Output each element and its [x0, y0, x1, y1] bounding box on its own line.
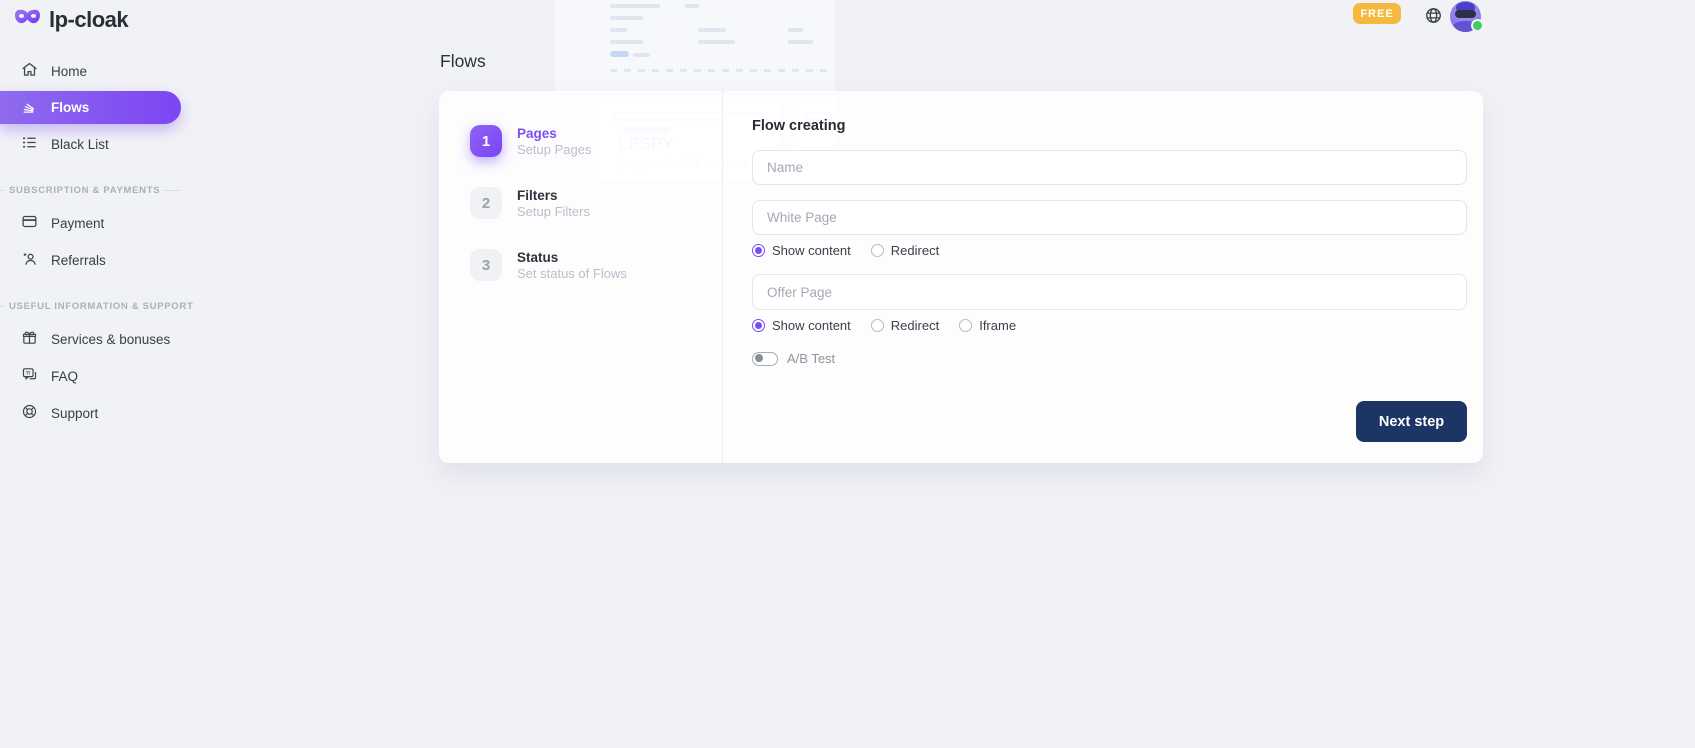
- sidebar-item-support[interactable]: Support: [0, 396, 181, 430]
- radio-icon: [959, 319, 972, 332]
- wizard-steps: 1 Pages Setup Pages 2 Filters Setup Filt…: [470, 125, 700, 311]
- ghost-line: [610, 4, 660, 8]
- flow-form: Flow creating Show content Redirect Show…: [752, 91, 1467, 442]
- section-label: USEFUL INFORMATION & SUPPORT: [9, 301, 193, 312]
- home-icon: [21, 61, 38, 81]
- sidebar-item-flows[interactable]: Flows: [0, 91, 181, 124]
- svg-text:?!: ?!: [26, 371, 31, 377]
- step-title: Filters: [517, 188, 590, 204]
- ghost-dashed-row: [610, 69, 832, 72]
- sidebar: lp-cloak Home Flows Black List: [0, 0, 181, 433]
- white-page-input[interactable]: [752, 200, 1467, 235]
- step-status[interactable]: 3 Status Set status of Flows: [470, 249, 700, 281]
- plan-badge[interactable]: FREE: [1353, 3, 1401, 24]
- online-status-dot: [1471, 19, 1484, 32]
- ghost-line: [685, 4, 699, 8]
- offer-show-content-radio[interactable]: Show content: [752, 318, 851, 333]
- sidebar-item-label: Home: [51, 64, 87, 79]
- sidebar-item-label: FAQ: [51, 369, 78, 384]
- brand-name: lp-cloak: [49, 7, 128, 33]
- step-number: 3: [470, 249, 502, 281]
- sidebar-section-subscription: SUBSCRIPTION & PAYMENTS: [0, 185, 181, 196]
- sidebar-item-faq[interactable]: ?! FAQ: [0, 359, 181, 393]
- avatar-mask: [1455, 10, 1476, 18]
- section-label: SUBSCRIPTION & PAYMENTS: [9, 185, 160, 196]
- step-subtitle: Setup Filters: [517, 204, 590, 219]
- offer-redirect-radio[interactable]: Redirect: [871, 318, 939, 333]
- offer-iframe-radio[interactable]: Iframe: [959, 318, 1016, 333]
- sidebar-item-home[interactable]: Home: [0, 54, 181, 88]
- white-show-content-radio[interactable]: Show content: [752, 243, 851, 258]
- brand-logo[interactable]: lp-cloak: [0, 0, 181, 34]
- name-input[interactable]: [752, 150, 1467, 185]
- lifebuoy-icon: [21, 403, 38, 423]
- language-globe-icon[interactable]: [1424, 6, 1443, 25]
- step-filters[interactable]: 2 Filters Setup Filters: [470, 187, 700, 219]
- card-divider: [722, 91, 723, 463]
- radio-icon: [871, 244, 884, 257]
- form-title: Flow creating: [752, 118, 1467, 135]
- faq-bubble-icon: ?!: [21, 366, 38, 386]
- sidebar-item-label: Support: [51, 406, 98, 421]
- ab-test-toggle-row: A/B Test: [752, 351, 1467, 366]
- ghost-panel: [555, 0, 835, 91]
- radio-label: Redirect: [891, 318, 939, 333]
- mask-icon: [14, 8, 41, 33]
- offer-page-options: Show content Redirect Iframe: [752, 318, 1467, 332]
- step-subtitle: Set status of Flows: [517, 266, 627, 281]
- ghost-line: [610, 40, 643, 44]
- flow-creating-card: 1 Pages Setup Pages 2 Filters Setup Filt…: [439, 91, 1483, 463]
- step-title: Status: [517, 250, 627, 266]
- step-pages[interactable]: 1 Pages Setup Pages: [470, 125, 700, 157]
- white-redirect-radio[interactable]: Redirect: [871, 243, 939, 258]
- gift-icon: [21, 329, 38, 349]
- sidebar-item-label: Services & bonuses: [51, 332, 170, 347]
- next-step-button[interactable]: Next step: [1356, 401, 1467, 442]
- ghost-line: [698, 28, 726, 32]
- ghost-line: [610, 28, 627, 32]
- radio-label: Show content: [772, 318, 851, 333]
- radio-icon: [871, 319, 884, 332]
- step-title: Pages: [517, 126, 591, 142]
- sidebar-section-support: USEFUL INFORMATION & SUPPORT: [0, 301, 181, 312]
- radio-selected-icon: [752, 319, 765, 332]
- ghost-line: [788, 28, 803, 32]
- sidebar-nav: Home Flows Black List SUBSCRIPTION & PAY…: [0, 54, 181, 430]
- sidebar-item-payment[interactable]: Payment: [0, 206, 181, 240]
- offer-page-input[interactable]: [752, 274, 1467, 310]
- ghost-line: [633, 53, 650, 57]
- radio-label: Show content: [772, 243, 851, 258]
- list-icon: [21, 134, 38, 154]
- step-subtitle: Setup Pages: [517, 142, 591, 157]
- radio-selected-icon: [752, 244, 765, 257]
- page-title: Flows: [440, 51, 486, 72]
- white-page-options: Show content Redirect: [752, 243, 1467, 257]
- ab-test-label: A/B Test: [787, 351, 835, 366]
- sidebar-item-referrals[interactable]: Referrals: [0, 243, 181, 277]
- sidebar-item-label: Payment: [51, 216, 104, 231]
- radio-label: Redirect: [891, 243, 939, 258]
- referral-user-icon: [21, 250, 38, 270]
- app-screen: LPSPY lpspy.webstick.com.ua lp-cloak: [0, 0, 1695, 748]
- sidebar-item-label: Black List: [51, 137, 109, 152]
- sidebar-item-black-list[interactable]: Black List: [0, 127, 181, 161]
- ghost-line: [610, 16, 643, 20]
- sidebar-item-label: Referrals: [51, 253, 106, 268]
- ghost-line: [788, 40, 813, 44]
- ghost-pill: [610, 51, 629, 57]
- sidebar-item-services-bonuses[interactable]: Services & bonuses: [0, 322, 181, 356]
- step-number: 1: [470, 125, 502, 157]
- ab-test-toggle[interactable]: [752, 352, 778, 366]
- step-number: 2: [470, 187, 502, 219]
- flows-icon: [21, 98, 38, 118]
- ghost-line: [698, 40, 735, 44]
- radio-label: Iframe: [979, 318, 1016, 333]
- sidebar-item-label: Flows: [51, 100, 89, 115]
- credit-card-icon: [21, 213, 38, 233]
